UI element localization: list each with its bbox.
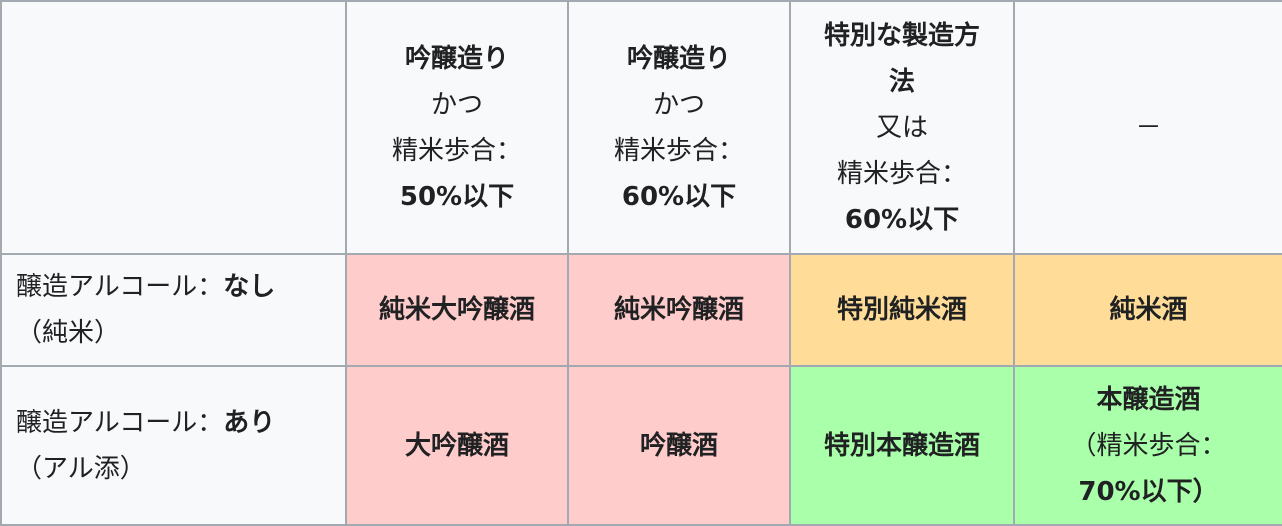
row-header-junmai: 醸造アルコール：なし （純米） <box>0 253 347 367</box>
cell-honjozo-name: 本醸造酒 <box>1096 384 1201 415</box>
header-polish-value: 60%以下 <box>844 204 960 235</box>
header-method: 吟醸造り <box>626 43 731 74</box>
header-polish-label: 精米歩合： <box>836 158 967 189</box>
header-method-cont: 法 <box>888 66 915 97</box>
sake-classification-table: 吟醸造り かつ 精米歩合： 50%以下 吟醸造り かつ 精米歩合： 60%以下 … <box>0 0 1282 526</box>
cell-tokubetsu-honjozo: 特別本醸造酒 <box>789 365 1015 526</box>
row-junmai: 醸造アルコール：なし （純米） 純米大吟醸酒 純米吟醸酒 特別純米酒 純米酒 <box>0 253 1282 367</box>
row-header-note: （アル添） <box>16 453 146 484</box>
cell-honjozo-polish-label: （精米歩合： <box>1070 430 1227 461</box>
row-header-note: （純米） <box>16 318 121 348</box>
header-conjunction: かつ <box>652 89 705 120</box>
row-aruten: 醸造アルコール：あり （アル添） 大吟醸酒 吟醸酒 特別本醸造酒 本醸造酒 （精… <box>0 365 1282 526</box>
row-header-strong: あり <box>223 407 276 438</box>
cell-ginjo: 吟醸酒 <box>567 365 791 526</box>
header-conjunction: 又は <box>875 112 928 143</box>
header-method: 吟醸造り <box>404 43 509 74</box>
header-polish-label: 精米歩合： <box>613 135 744 166</box>
header-row: 吟醸造り かつ 精米歩合： 50%以下 吟醸造り かつ 精米歩合： 60%以下 … <box>0 0 1282 255</box>
header-cell-special: 特別な製造方 法 又は 精米歩合： 60%以下 <box>789 0 1015 255</box>
cell-junmai: 純米酒 <box>1013 253 1282 367</box>
header-conjunction: かつ <box>430 89 483 120</box>
cell-daiginjo: 大吟醸酒 <box>345 365 569 526</box>
cell-junmai-ginjo: 純米吟醸酒 <box>567 253 791 367</box>
header-method: 特別な製造方 <box>823 20 980 51</box>
header-cell-ginjo-60: 吟醸造り かつ 精米歩合： 60%以下 <box>567 0 791 255</box>
cell-honjozo: 本醸造酒 （精米歩合： 70%以下） <box>1013 365 1282 526</box>
row-header-aruten: 醸造アルコール：あり （アル添） <box>0 365 347 526</box>
row-header-label: 醸造アルコール： <box>16 407 224 438</box>
header-cell-ginjo-50: 吟醸造り かつ 精米歩合： 50%以下 <box>345 0 569 255</box>
header-polish-value: 60%以下 <box>621 181 737 212</box>
cell-honjozo-polish-value: 70%以下） <box>1078 476 1219 507</box>
header-polish-label: 精米歩合： <box>391 135 522 166</box>
header-polish-value: 50%以下 <box>399 181 515 212</box>
row-header-label: 醸造アルコール： <box>16 272 224 302</box>
cell-tokubetsu-junmai: 特別純米酒 <box>789 253 1015 367</box>
row-header-strong: なし <box>223 272 276 302</box>
cell-junmai-daiginjo: 純米大吟醸酒 <box>345 253 569 367</box>
header-dash: － <box>1135 112 1162 143</box>
corner-cell <box>0 0 347 255</box>
header-cell-none: － <box>1013 0 1282 255</box>
